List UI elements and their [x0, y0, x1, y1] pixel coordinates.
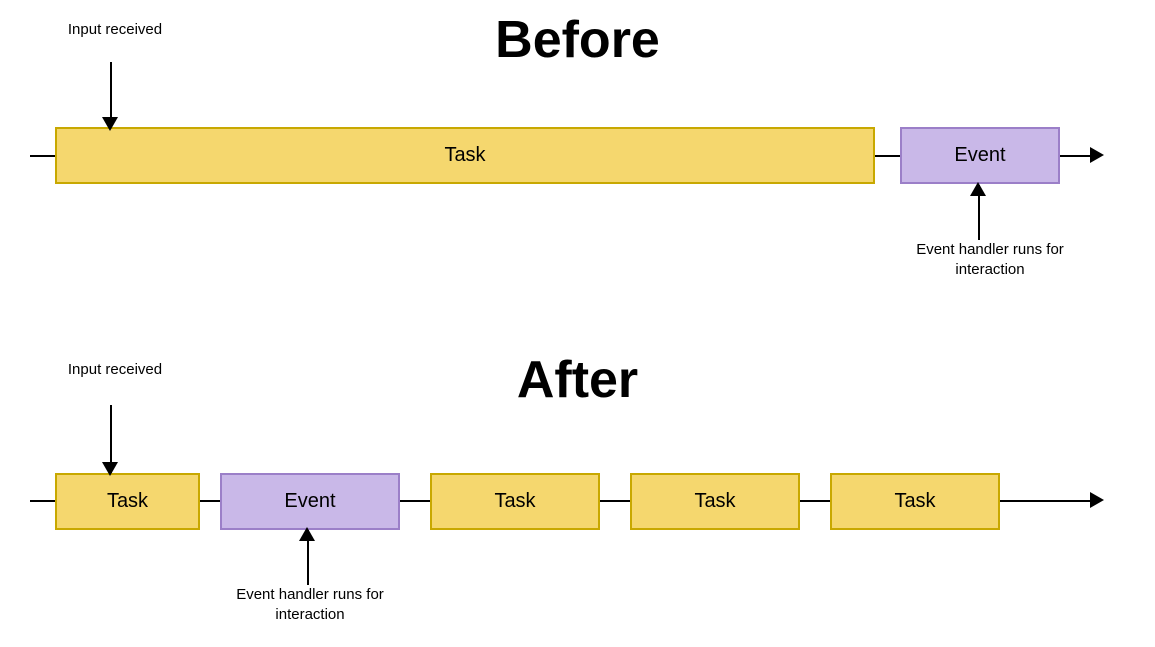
after-input-arrow [102, 462, 118, 476]
before-event-arrow-up [970, 182, 986, 196]
after-event-handler-label: Event handler runs for interaction [220, 585, 400, 624]
after-title: After [517, 350, 638, 410]
after-task2-box: Task [430, 473, 600, 530]
before-event-handler-label: Event handler runs for interaction [900, 240, 1080, 279]
after-input-label: Input received [55, 360, 175, 380]
before-input-label: Input received [55, 20, 175, 40]
before-title: Before [495, 10, 660, 70]
before-input-arrow [102, 117, 118, 131]
before-task-box: Task [55, 127, 875, 184]
before-event-box: Event [900, 127, 1060, 184]
after-task3-box: Task [630, 473, 800, 530]
diagram-container: Before Task Event Input received Event h… [0, 0, 1155, 647]
after-arrow-right [1090, 492, 1104, 508]
after-event-arrow-up [299, 527, 315, 541]
before-arrow-right [1090, 147, 1104, 163]
after-event-box: Event [220, 473, 400, 530]
after-task4-box: Task [830, 473, 1000, 530]
after-task1-box: Task [55, 473, 200, 530]
